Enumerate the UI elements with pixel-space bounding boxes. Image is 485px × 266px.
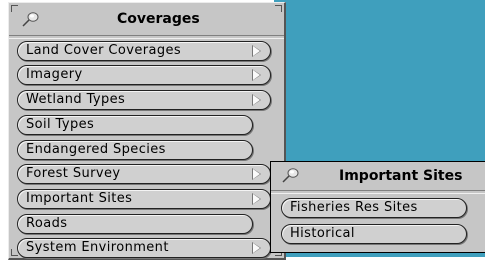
menu-item-historical[interactable]: Historical (281, 224, 467, 244)
menu-title: Important Sites (339, 168, 463, 184)
pushpin-icon[interactable] (281, 166, 301, 184)
menu-item-label: Endangered Species (26, 142, 166, 157)
menu-separator (9, 35, 284, 39)
menu-item-wetland-types[interactable]: Wetland Types (17, 90, 271, 110)
menu-item-system-environment[interactable]: System Environment (17, 238, 271, 258)
menu-title: Coverages (117, 11, 200, 27)
menu-item-endangered-species[interactable]: Endangered Species (17, 140, 253, 160)
menu-item-fisheries-res-sites[interactable]: Fisheries Res Sites (281, 198, 467, 218)
menu-item-label: System Environment (26, 240, 169, 255)
menu-item-label: Soil Types (26, 117, 95, 132)
menu-item-label: Important Sites (26, 191, 133, 206)
menu-item-forest-survey[interactable]: Forest Survey (17, 164, 271, 184)
important-sites-menu: Important Sites Fisheries Res Sites Hist… (270, 161, 485, 253)
menu-item-label: Fisheries Res Sites (290, 200, 418, 215)
menu-title-bar: Important Sites (271, 162, 485, 190)
submenu-arrow-fill (253, 243, 260, 253)
menu-item-roads[interactable]: Roads (17, 214, 253, 234)
submenu-arrow-fill (253, 194, 260, 204)
submenu-arrow-fill (253, 70, 260, 80)
menu-title-bar: Coverages (9, 3, 284, 35)
menu-item-label: Historical (290, 226, 355, 241)
menu-item-land-cover-coverages[interactable]: Land Cover Coverages (17, 41, 271, 61)
menu-item-label: Wetland Types (26, 92, 126, 107)
menu-separator (271, 190, 485, 194)
submenu-arrow-fill (253, 169, 260, 179)
menu-item-imagery[interactable]: Imagery (17, 65, 271, 85)
menu-item-label: Forest Survey (26, 166, 121, 181)
coverages-menu: Coverages Land Cover Coverages Imagery W… (8, 2, 286, 260)
menu-item-important-sites[interactable]: Important Sites (17, 189, 271, 209)
menu-item-label: Roads (26, 216, 68, 231)
menu-item-soil-types[interactable]: Soil Types (17, 115, 253, 135)
menu-item-label: Land Cover Coverages (26, 43, 182, 58)
menu-item-label: Imagery (26, 67, 83, 82)
pushpin-icon[interactable] (21, 10, 41, 28)
submenu-arrow-fill (253, 95, 260, 105)
submenu-arrow-fill (253, 46, 260, 56)
